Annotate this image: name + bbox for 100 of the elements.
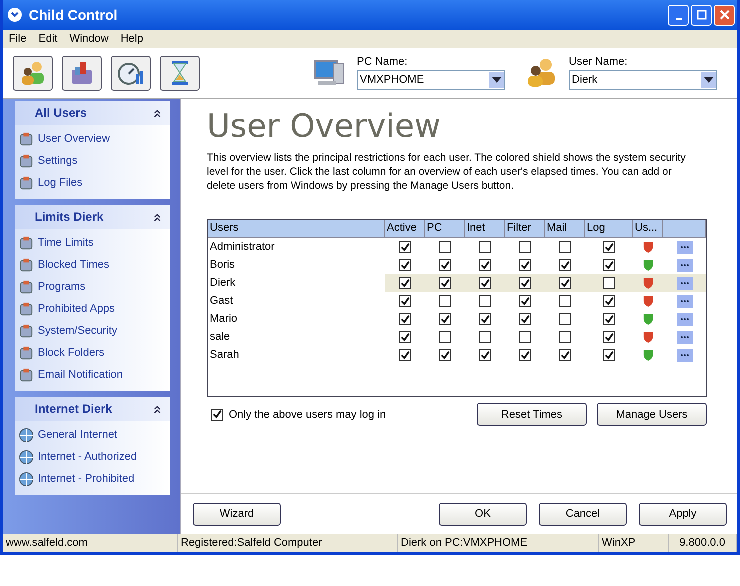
checkbox[interactable] xyxy=(519,259,531,271)
column-header[interactable]: Mail xyxy=(545,220,585,237)
sidebar-link[interactable]: Internet - Authorized xyxy=(38,451,138,463)
checkbox[interactable] xyxy=(559,277,571,289)
hourglass-tool-button[interactable] xyxy=(160,56,200,90)
toolbox-tool-button[interactable] xyxy=(62,56,102,90)
sidebar-link[interactable]: User Overview xyxy=(38,133,110,145)
menu-item[interactable]: Edit xyxy=(32,33,64,45)
checkbox[interactable] xyxy=(479,313,491,325)
more-button[interactable] xyxy=(676,240,692,254)
more-button[interactable] xyxy=(676,294,692,308)
collapse-icon[interactable] xyxy=(153,108,162,118)
checkbox[interactable] xyxy=(603,241,615,253)
checkbox[interactable] xyxy=(399,277,411,289)
sidebar-link[interactable]: System/Security xyxy=(38,325,118,337)
checkbox[interactable] xyxy=(399,331,411,343)
checkbox[interactable] xyxy=(603,349,615,361)
action-button[interactable]: Manage Users xyxy=(597,403,707,426)
user-name-dropdown[interactable]: Dierk xyxy=(569,70,717,90)
user-name-cell[interactable]: Boris xyxy=(208,256,385,274)
checkbox[interactable] xyxy=(479,331,491,343)
user-name-cell[interactable]: Mario xyxy=(208,310,385,328)
user-name-cell[interactable]: Sarah xyxy=(208,346,385,364)
checkbox[interactable] xyxy=(399,349,411,361)
checkbox[interactable] xyxy=(603,277,615,289)
checkbox[interactable] xyxy=(603,259,615,271)
collapse-icon[interactable] xyxy=(153,212,162,222)
more-button[interactable] xyxy=(676,330,692,344)
checkbox[interactable] xyxy=(211,408,223,420)
checkbox[interactable] xyxy=(603,295,615,307)
checkbox[interactable] xyxy=(439,331,451,343)
checkbox[interactable] xyxy=(439,241,451,253)
checkbox[interactable] xyxy=(479,259,491,271)
more-button[interactable] xyxy=(676,312,692,326)
column-header[interactable]: Active xyxy=(385,220,425,237)
checkbox[interactable] xyxy=(399,313,411,325)
column-header[interactable]: PC xyxy=(425,220,465,237)
checkbox[interactable] xyxy=(439,277,451,289)
sidebar-link[interactable]: Block Folders xyxy=(38,347,105,359)
column-header[interactable]: Inet xyxy=(465,220,505,237)
checkbox[interactable] xyxy=(439,313,451,325)
stopwatch-tool-button[interactable] xyxy=(111,56,151,90)
minimize-button[interactable] xyxy=(668,4,689,26)
checkbox[interactable] xyxy=(439,259,451,271)
dialog-button[interactable]: Apply xyxy=(639,502,727,526)
checkbox[interactable] xyxy=(559,349,571,361)
more-button[interactable] xyxy=(676,258,692,272)
checkbox[interactable] xyxy=(479,241,491,253)
sidebar-link[interactable]: Settings xyxy=(38,155,78,167)
checkbox[interactable] xyxy=(519,241,531,253)
sidebar-link[interactable]: Email Notification xyxy=(38,369,123,381)
more-button[interactable] xyxy=(676,348,692,362)
checkbox[interactable] xyxy=(519,277,531,289)
checkbox[interactable] xyxy=(559,331,571,343)
menu-item[interactable]: Help xyxy=(114,33,150,45)
checkbox[interactable] xyxy=(439,295,451,307)
checkbox[interactable] xyxy=(559,295,571,307)
checkbox[interactable] xyxy=(603,331,615,343)
dialog-button[interactable]: OK xyxy=(439,502,527,526)
checkbox[interactable] xyxy=(559,241,571,253)
sidebar-link[interactable]: Log Files xyxy=(38,177,83,189)
checkbox[interactable] xyxy=(439,349,451,361)
user-name-cell[interactable]: Gast xyxy=(208,292,385,310)
user-name-cell[interactable]: Administrator xyxy=(208,238,385,256)
checkbox[interactable] xyxy=(519,349,531,361)
checkbox[interactable] xyxy=(399,259,411,271)
column-header[interactable]: Log xyxy=(585,220,633,237)
sidebar-link[interactable]: Blocked Times xyxy=(38,259,110,271)
close-button[interactable] xyxy=(714,4,735,26)
sidebar-link[interactable]: Time Limits xyxy=(38,237,94,249)
users-tool-button[interactable] xyxy=(13,56,53,90)
checkbox[interactable] xyxy=(479,295,491,307)
user-name-cell[interactable]: sale xyxy=(208,328,385,346)
checkbox[interactable] xyxy=(559,313,571,325)
column-header[interactable]: Us... xyxy=(633,220,663,237)
sidebar-link[interactable]: General Internet xyxy=(38,429,118,441)
checkbox[interactable] xyxy=(399,241,411,253)
sidebar-link[interactable]: Programs xyxy=(38,281,86,293)
checkbox[interactable] xyxy=(519,331,531,343)
wizard-button[interactable]: Wizard xyxy=(193,502,281,526)
checkbox[interactable] xyxy=(559,259,571,271)
checkbox[interactable] xyxy=(399,295,411,307)
dialog-button[interactable]: Cancel xyxy=(539,502,627,526)
more-button[interactable] xyxy=(676,276,692,290)
menu-item[interactable]: Window xyxy=(64,33,115,45)
sidebar-link[interactable]: Internet - Prohibited xyxy=(38,473,135,485)
checkbox[interactable] xyxy=(603,313,615,325)
checkbox[interactable] xyxy=(519,295,531,307)
column-header[interactable]: Filter xyxy=(505,220,545,237)
column-header[interactable]: Users xyxy=(208,220,385,237)
sidebar-link[interactable]: Prohibited Apps xyxy=(38,303,116,315)
checkbox[interactable] xyxy=(479,277,491,289)
action-button[interactable]: Reset Times xyxy=(477,403,587,426)
collapse-icon[interactable] xyxy=(153,404,162,414)
user-name-cell[interactable]: Dierk xyxy=(208,274,385,292)
menu-item[interactable]: File xyxy=(3,33,33,45)
pc-name-dropdown[interactable]: VMXPHOME xyxy=(357,70,505,90)
checkbox[interactable] xyxy=(479,349,491,361)
maximize-button[interactable] xyxy=(691,4,712,26)
checkbox[interactable] xyxy=(519,313,531,325)
